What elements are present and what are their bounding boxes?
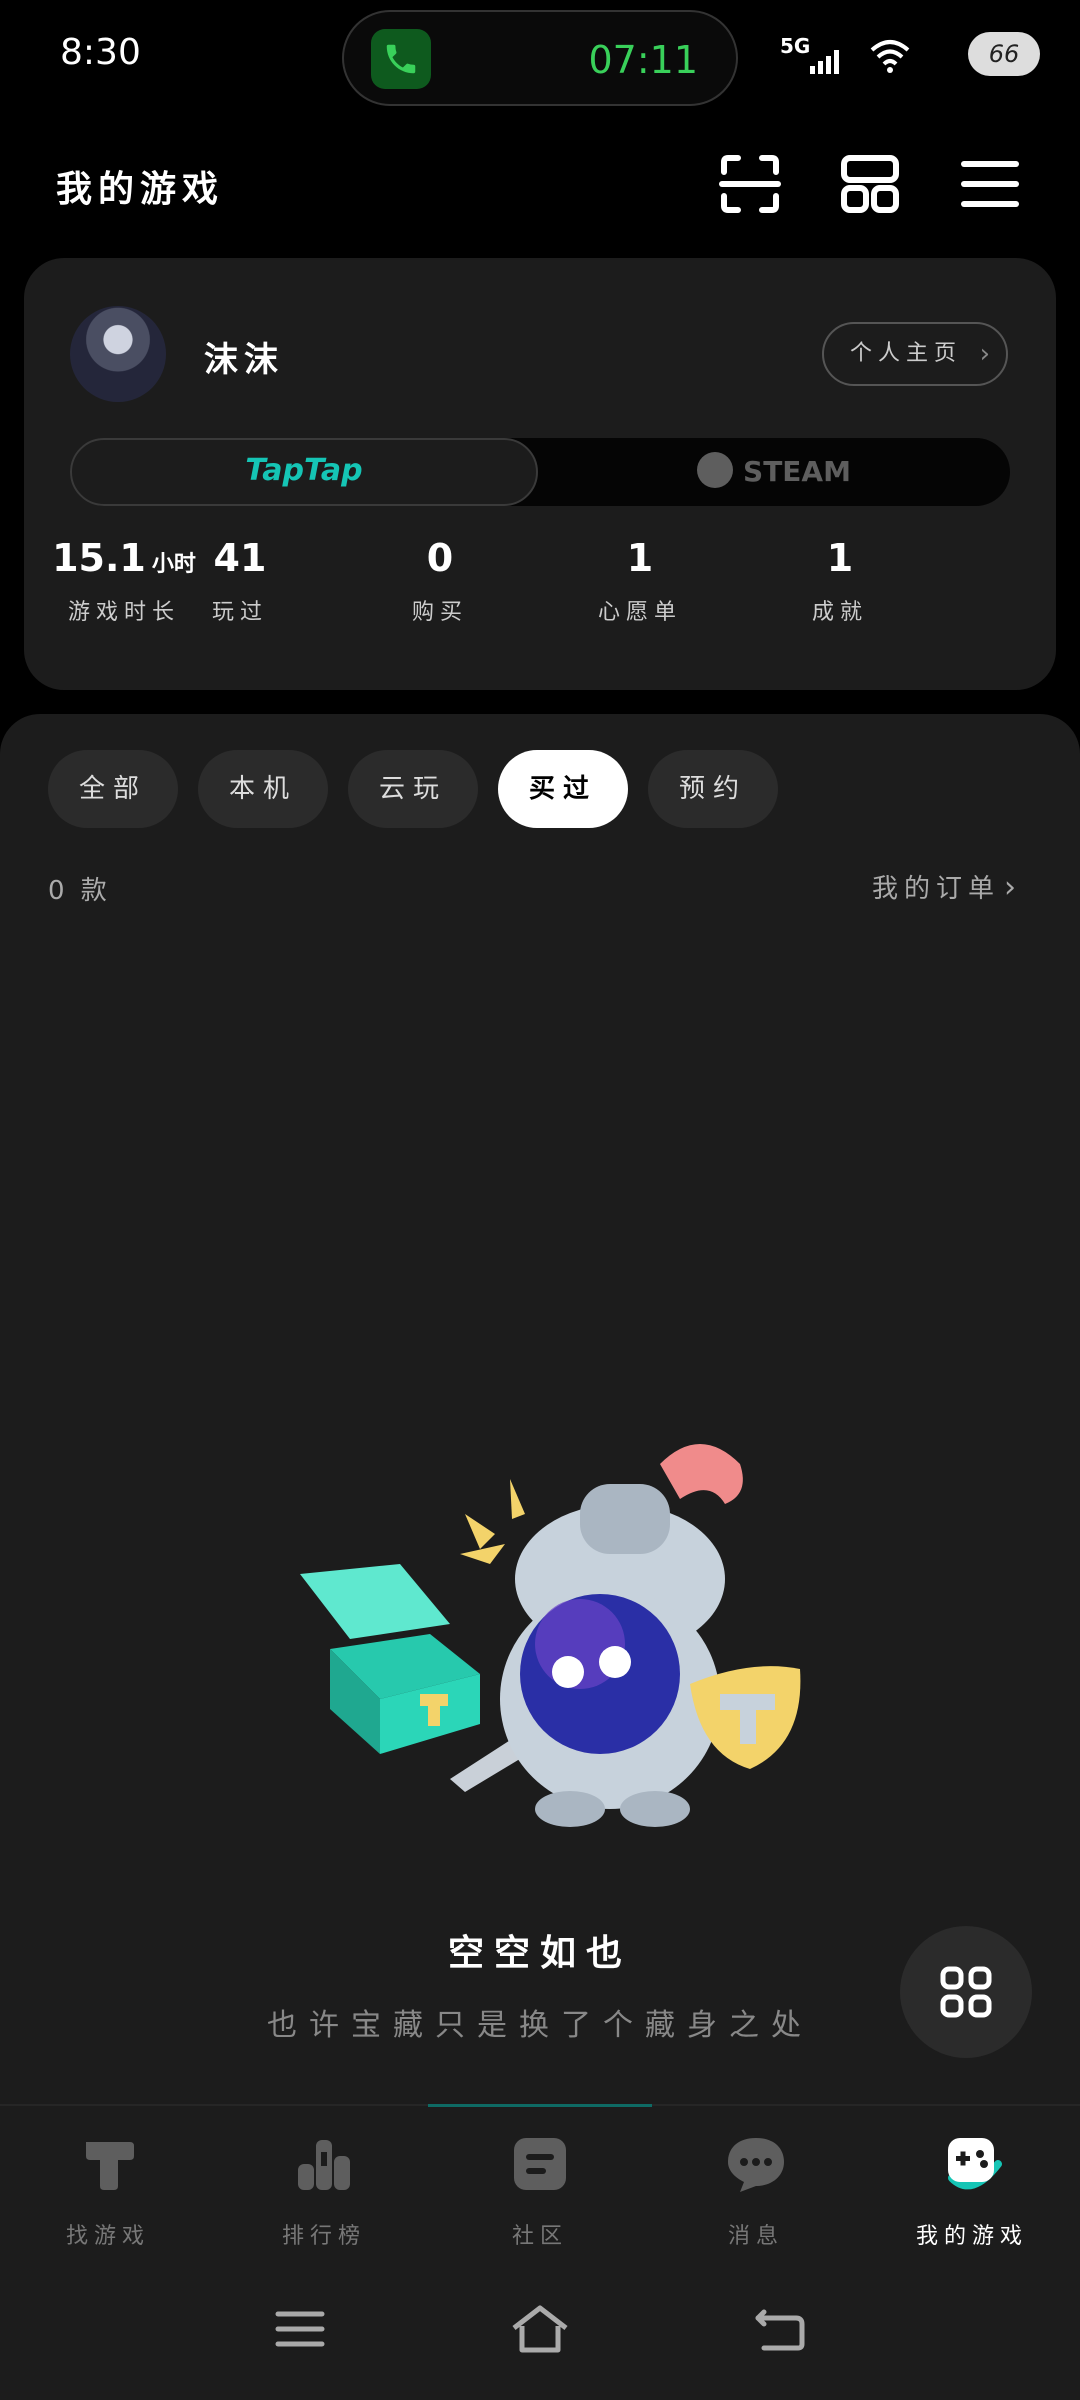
filter-chip-purchased[interactable]: 买过 bbox=[498, 750, 628, 828]
signal-icon bbox=[810, 50, 839, 74]
back-icon[interactable] bbox=[750, 2304, 810, 2354]
tab-label: 社区 bbox=[511, 2224, 568, 2249]
my-games-icon bbox=[948, 2138, 1002, 2190]
steam-icon bbox=[697, 452, 734, 488]
steam-label: STEAM bbox=[743, 455, 851, 488]
system-navigation-bar bbox=[0, 2262, 1080, 2400]
platform-toggle: TapTap STEAM bbox=[70, 438, 1010, 506]
stat-value: 41 bbox=[213, 536, 267, 580]
profile-card: 沫沫 个人主页 › TapTap STEAM 15.1 小时 游戏时长 41 玩过… bbox=[24, 258, 1056, 690]
status-time: 8:30 bbox=[60, 32, 141, 73]
phone-icon bbox=[371, 29, 431, 89]
wifi-icon bbox=[870, 40, 910, 73]
games-panel: 全部 本机 云玩 买过 预约 0 款 我的订单 › 空空如也 也许宝藏只是换了个… bbox=[0, 714, 1080, 2104]
tab-rankings[interactable]: 排行榜 bbox=[216, 2106, 432, 2264]
platform-steam-tab[interactable]: STEAM bbox=[538, 438, 1010, 506]
stat-value: 1 bbox=[626, 536, 654, 580]
menu-icon[interactable] bbox=[958, 152, 1022, 216]
avatar[interactable] bbox=[70, 306, 166, 402]
stats-row: 15.1 小时 游戏时长 41 玩过 0 购买 1 心愿单 1 成就 bbox=[24, 536, 1056, 646]
chevron-right-icon: › bbox=[979, 339, 990, 369]
filter-chip-reserved[interactable]: 预约 bbox=[648, 750, 778, 828]
scan-icon[interactable] bbox=[718, 152, 782, 216]
community-icon bbox=[514, 2138, 566, 2190]
recent-apps-icon[interactable] bbox=[270, 2304, 330, 2354]
grid-view-fab[interactable] bbox=[900, 1926, 1032, 2058]
chevron-right-icon: › bbox=[1004, 870, 1016, 905]
grid-icon bbox=[940, 1966, 992, 2018]
homepage-label: 个人主页 bbox=[850, 341, 963, 366]
layout-toggle-icon[interactable] bbox=[838, 152, 902, 216]
tab-find-games[interactable]: 找游戏 bbox=[0, 2106, 216, 2264]
homepage-button[interactable]: 个人主页 › bbox=[822, 322, 1008, 386]
filter-chip-cloud[interactable]: 云玩 bbox=[348, 750, 478, 828]
stat-label: 成就 bbox=[811, 600, 868, 625]
stat-label: 玩过 bbox=[211, 600, 268, 625]
orders-label: 我的订单 bbox=[871, 874, 1000, 904]
tab-community[interactable]: 社区 bbox=[432, 2106, 648, 2264]
stat-purchased[interactable]: 0 购买 bbox=[340, 536, 540, 626]
page-title: 我的游戏 bbox=[56, 169, 225, 210]
taptap-logo-icon bbox=[86, 2142, 134, 2190]
stat-value: 1 bbox=[826, 536, 854, 580]
ranking-icon bbox=[298, 2140, 350, 2190]
filter-chip-local[interactable]: 本机 bbox=[198, 750, 328, 828]
stat-achievements[interactable]: 1 成就 bbox=[740, 536, 940, 626]
tab-label: 找游戏 bbox=[65, 2224, 150, 2249]
stat-played[interactable]: 41 玩过 bbox=[140, 536, 340, 626]
stat-label: 购买 bbox=[411, 600, 468, 625]
tab-label: 排行榜 bbox=[281, 2224, 366, 2249]
stat-label: 心愿单 bbox=[597, 600, 682, 625]
empty-state-knight-illustration bbox=[300, 1444, 801, 1827]
bottom-tab-bar: 找游戏 排行榜 社区 消息 我的游戏 bbox=[0, 2104, 1080, 2262]
tab-my-games[interactable]: 我的游戏 bbox=[864, 2106, 1080, 2264]
system-icons: 5G 66 bbox=[780, 30, 1040, 80]
ongoing-call-pill[interactable]: 07:11 bbox=[342, 10, 738, 106]
message-icon bbox=[728, 2138, 784, 2192]
tab-label: 我的游戏 bbox=[915, 2224, 1028, 2249]
stat-wishlist[interactable]: 1 心愿单 bbox=[540, 536, 740, 626]
username[interactable]: 沫沫 bbox=[204, 332, 284, 381]
home-icon[interactable] bbox=[510, 2304, 570, 2354]
stat-value: 0 bbox=[426, 536, 454, 580]
stat-value: 15.1 bbox=[52, 536, 146, 580]
status-bar: 8:30 07:11 5G 66 bbox=[0, 0, 1080, 118]
game-count: 0 款 bbox=[48, 876, 111, 906]
platform-taptap-tab[interactable]: TapTap bbox=[70, 438, 538, 506]
tab-messages[interactable]: 消息 bbox=[648, 2106, 864, 2264]
network-type: 5G bbox=[780, 34, 811, 58]
battery-indicator: 66 bbox=[968, 32, 1040, 76]
call-timer: 07:11 bbox=[588, 38, 698, 82]
filter-chip-all[interactable]: 全部 bbox=[48, 750, 178, 828]
tab-label: 消息 bbox=[727, 2224, 784, 2249]
my-orders-link[interactable]: 我的订单 › bbox=[872, 868, 1016, 905]
